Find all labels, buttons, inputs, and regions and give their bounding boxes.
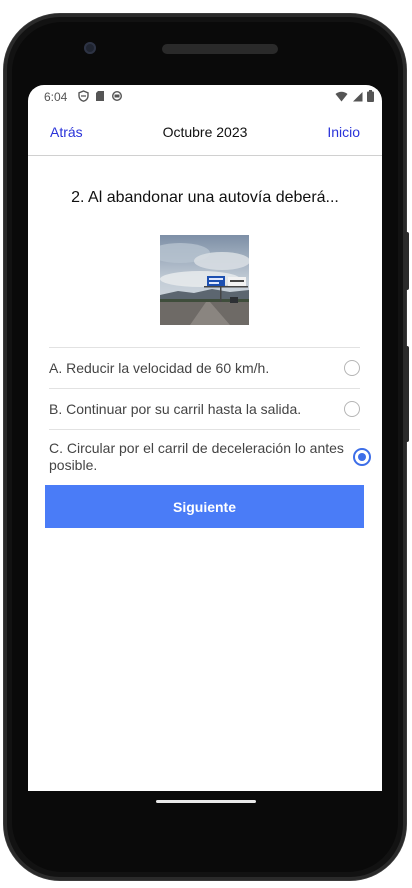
sync-icon <box>111 90 123 102</box>
radio-button-unselected[interactable] <box>344 401 360 417</box>
power-button <box>405 346 409 442</box>
option-c[interactable]: C. Circular por el carril de deceleració… <box>49 429 371 486</box>
answer-options: A. Reducir la velocidad de 60 km/h. B. C… <box>49 347 371 486</box>
status-bar: 6:04 <box>28 85 382 109</box>
option-label: B. Continuar por su carril hasta la sali… <box>49 401 302 417</box>
battery-icon <box>367 90 374 102</box>
option-b[interactable]: B. Continuar por su carril hasta la sali… <box>49 388 360 429</box>
volume-button <box>405 232 409 290</box>
option-label: C. Circular por el carril de deceleració… <box>49 440 344 473</box>
wifi-icon <box>335 91 348 101</box>
signal-icon <box>353 91 363 101</box>
home-link[interactable]: Inicio <box>327 124 360 140</box>
status-time: 6:04 <box>44 90 68 104</box>
front-camera <box>84 42 96 54</box>
shield-icon <box>78 90 89 102</box>
home-indicator[interactable] <box>156 800 256 803</box>
question-text: 2. Al abandonar una autovía deberá... <box>71 189 339 206</box>
next-button[interactable]: Siguiente <box>45 485 364 528</box>
option-label: A. Reducir la velocidad de 60 km/h. <box>49 360 270 376</box>
sd-card-icon <box>96 91 104 101</box>
radio-button-unselected[interactable] <box>344 360 360 376</box>
option-a[interactable]: A. Reducir la velocidad de 60 km/h. <box>49 347 360 388</box>
app-screen: 6:04 Atrás Octubre 2023 Inicio 2. Al aba… <box>28 85 382 791</box>
question-image <box>160 235 249 325</box>
top-navigation-bar: Atrás Octubre 2023 Inicio <box>28 109 382 156</box>
radio-button-selected[interactable] <box>353 448 371 466</box>
earpiece-speaker <box>162 44 278 54</box>
